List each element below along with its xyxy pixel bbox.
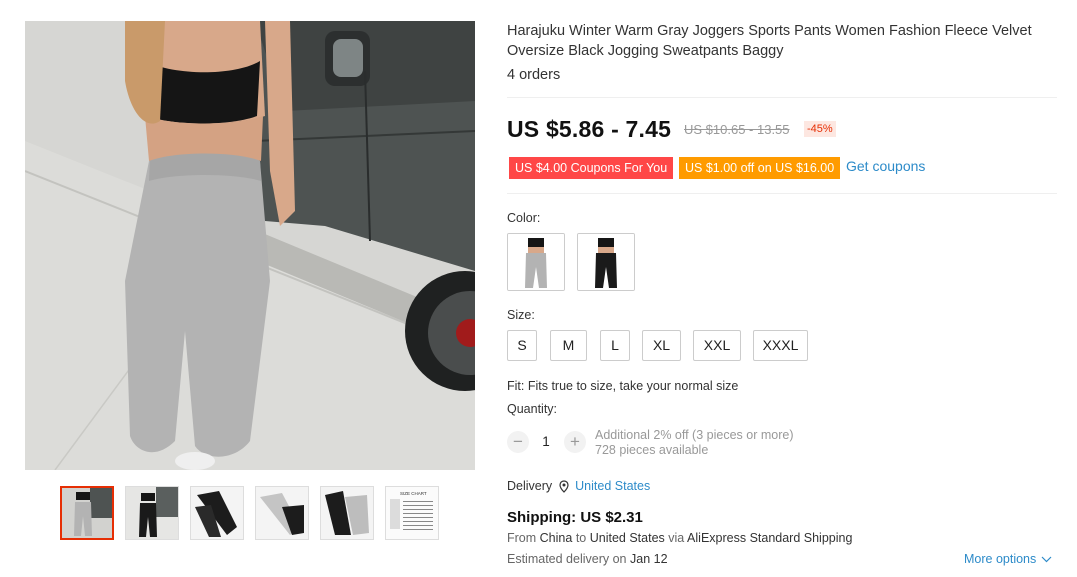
location-pin-icon [558,479,570,493]
color-option-gray[interactable] [507,233,565,291]
divider [507,97,1057,98]
thumbnail-4[interactable] [255,486,309,540]
size-option-xxl[interactable]: XXL [693,330,741,361]
delivery-row: Delivery United States [507,479,650,493]
destination-country: United States [589,531,665,545]
quantity-value[interactable]: 1 [538,434,554,449]
from-prefix: From [507,531,537,545]
fit-note: Fit: Fits true to size, take your normal… [507,379,739,393]
thumbnail-strip: SIZE CHART [60,486,439,540]
more-options-link[interactable]: More options [964,552,1052,566]
thumbnail-image [256,487,308,539]
size-chart-text: SIZE CHART [400,491,427,496]
divider [507,193,1057,194]
stock-available: 728 pieces available [595,443,709,457]
thumbnail-6-size-chart[interactable]: SIZE CHART [385,486,439,540]
quantity-label: Quantity: [507,402,558,416]
thumbnail-3[interactable] [190,486,244,540]
shipping-method: AliExpress Standard Shipping [687,531,853,545]
thumbnail-image [126,487,178,539]
thumbnail-image [191,487,243,539]
coupon-badge-select[interactable]: US $1.00 off on US $16.00 [679,157,841,179]
current-price: US $5.86 - 7.45 [507,116,672,142]
original-price: US $10.65 - 13.55 [684,122,790,137]
size-option-xl[interactable]: XL [642,330,681,361]
size-option-m[interactable]: M [550,330,587,361]
quantity-discount-note: Additional 2% off (3 pieces or more) [595,428,794,442]
delivery-label: Delivery [507,479,553,493]
order-count: 4 orders [507,67,561,83]
coupon-badge-store[interactable]: US $4.00 Coupons For You [509,157,674,179]
eta-date: Jan 12 [630,552,668,566]
shipping-cost: Shipping: US $2.31 [507,509,643,526]
size-option-l[interactable]: L [600,330,630,361]
via-prefix: via [668,531,685,545]
thumbnail-1[interactable] [60,486,114,540]
eta-prefix: Estimated delivery on [507,552,627,566]
product-title: Harajuku Winter Warm Gray Joggers Sports… [507,23,1032,59]
color-label: Color: [507,211,541,225]
main-product-image[interactable] [25,21,475,470]
thumbnail-image [62,488,112,538]
more-options-label: More options [964,552,1037,566]
size-label: Size: [507,308,535,322]
thumbnail-2[interactable] [125,486,179,540]
thumbnail-5[interactable] [320,486,374,540]
color-option-black[interactable] [577,233,635,291]
chevron-down-icon [1041,556,1052,562]
estimated-delivery: Estimated delivery on Jan 12 [507,552,668,566]
color-swatch-image [508,234,564,290]
to-word: to [575,531,587,545]
color-swatch-image [578,234,634,290]
origin-country: China [539,531,573,545]
size-chart-thumbnail: SIZE CHART [386,487,438,539]
size-option-s[interactable]: S [507,330,537,361]
size-option-xxxl[interactable]: XXXL [753,330,808,361]
get-coupons-link[interactable]: Get coupons [846,158,925,174]
thumbnail-image [321,487,373,539]
discount-badge: -45% [804,121,836,137]
quantity-increase-button[interactable]: + [564,431,586,453]
delivery-country-link[interactable]: United States [575,479,650,493]
quantity-decrease-button[interactable]: − [507,431,529,453]
shipping-route: From China to United States via AliExpre… [507,531,852,545]
product-photo [25,21,475,470]
